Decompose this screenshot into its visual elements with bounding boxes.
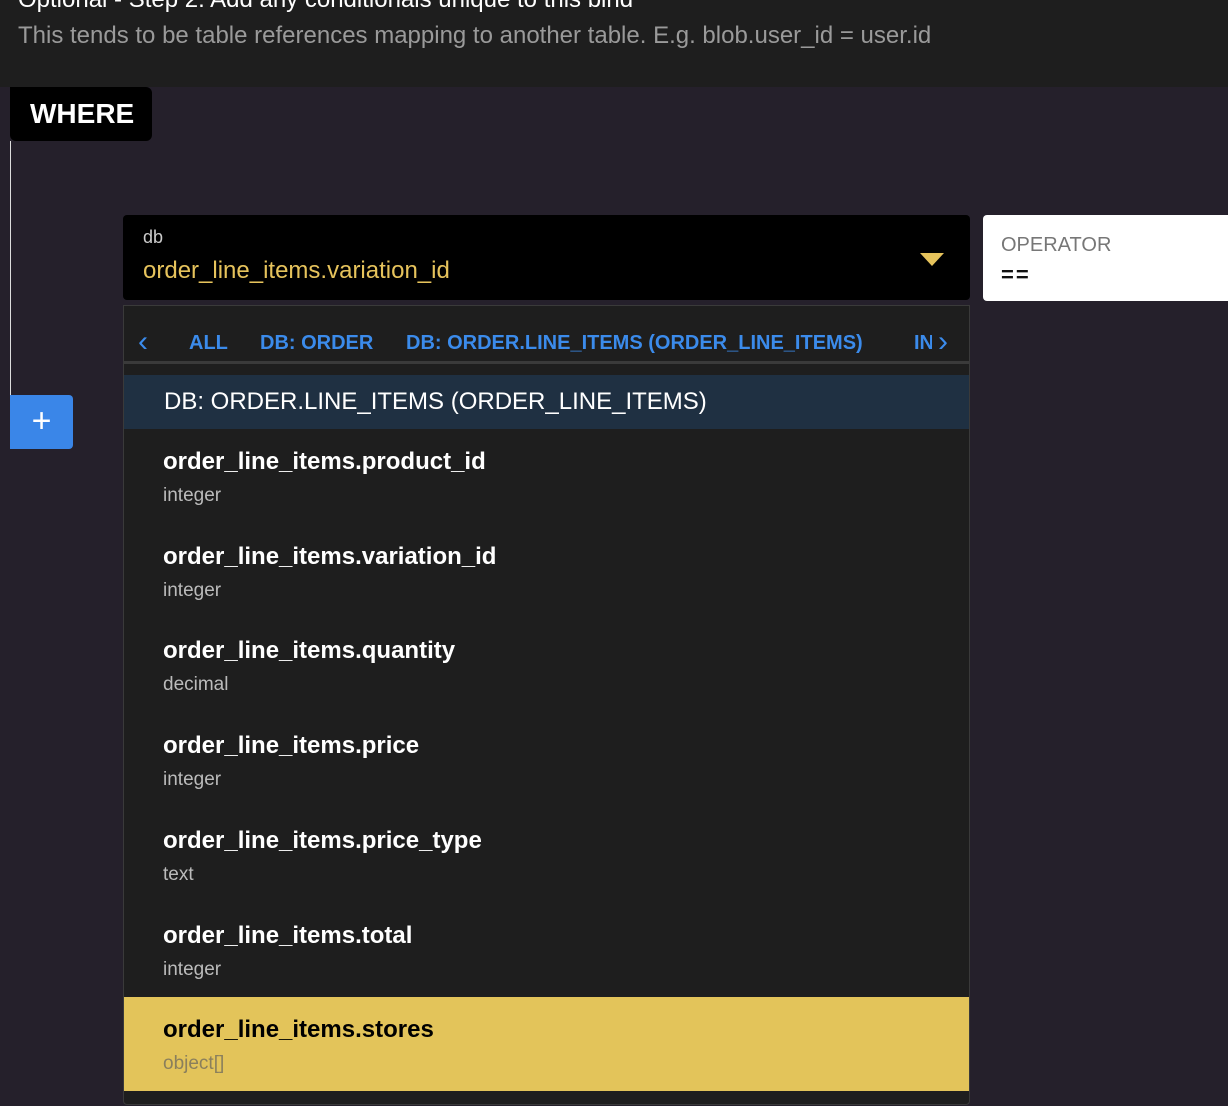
- operator-label: OPERATOR: [1001, 234, 1112, 256]
- field-name: order_line_items.price: [163, 732, 420, 760]
- field-name: order_line_items.variation_id: [163, 542, 497, 570]
- step-header: Optional - Step 2: Add any conditionals …: [0, 0, 1228, 87]
- tab-all[interactable]: ALL: [189, 332, 228, 355]
- connector-line: [10, 141, 11, 395]
- field-name: order_line_items.stores: [163, 1016, 434, 1044]
- step-title: Optional - Step 2: Add any conditionals …: [18, 0, 633, 14]
- step-description: This tends to be table references mappin…: [18, 22, 932, 49]
- operator-value: ==: [1001, 262, 1031, 287]
- caret-down-icon[interactable]: [920, 253, 944, 266]
- list-item[interactable]: order_line_items.quantitydecimal: [124, 618, 969, 712]
- list-item[interactable]: order_line_items.stores object[]: [124, 997, 969, 1092]
- field-name: order_line_items.total: [163, 921, 413, 949]
- list-item[interactable]: order_line_items.product_idinteger: [124, 429, 969, 523]
- chevron-left-icon[interactable]: ‹: [138, 327, 148, 357]
- field-select-value: order_line_items.variation_id: [143, 257, 450, 284]
- list-item[interactable]: order_line_items.variation_idinteger: [124, 524, 969, 618]
- list-item[interactable]: order_line_items.price_typetext: [124, 808, 969, 902]
- field-name: order_line_items.quantity: [163, 637, 456, 665]
- tab-in[interactable]: IN: [914, 332, 932, 355]
- field-dropdown: ‹ ALL DB: ORDER DB: ORDER.LINE_ITEMS (OR…: [123, 305, 970, 1105]
- tab-db-order[interactable]: DB: ORDER: [260, 332, 373, 355]
- field-type: integer: [163, 769, 222, 791]
- field-type: integer: [163, 485, 222, 506]
- field-select[interactable]: db order_line_items.variation_id: [123, 215, 970, 300]
- dropdown-tabs: ‹ ALL DB: ORDER DB: ORDER.LINE_ITEMS (OR…: [124, 306, 969, 364]
- field-type: object[]: [163, 1053, 225, 1075]
- field-type: integer: [163, 958, 222, 980]
- list-item[interactable]: order_line_items.totalinteger: [124, 903, 969, 997]
- field-name: order_line_items.product_id: [163, 448, 486, 475]
- chevron-right-icon[interactable]: ›: [938, 327, 948, 357]
- tab-db-order-line-items[interactable]: DB: ORDER.LINE_ITEMS (ORDER_LINE_ITEMS): [406, 332, 863, 355]
- field-type: integer: [163, 579, 222, 601]
- list-item[interactable]: order_line_items.priceinteger: [124, 713, 969, 807]
- operator-select[interactable]: OPERATOR ==: [983, 215, 1228, 301]
- field-select-label: db: [143, 227, 164, 247]
- add-condition-button[interactable]: +: [10, 395, 73, 449]
- field-name: order_line_items.price_type: [163, 826, 482, 854]
- where-badge: WHERE: [10, 87, 152, 141]
- field-type: text: [163, 863, 194, 885]
- group-header: DB: ORDER.LINE_ITEMS (ORDER_LINE_ITEMS): [124, 375, 969, 429]
- field-type: decimal: [163, 674, 229, 696]
